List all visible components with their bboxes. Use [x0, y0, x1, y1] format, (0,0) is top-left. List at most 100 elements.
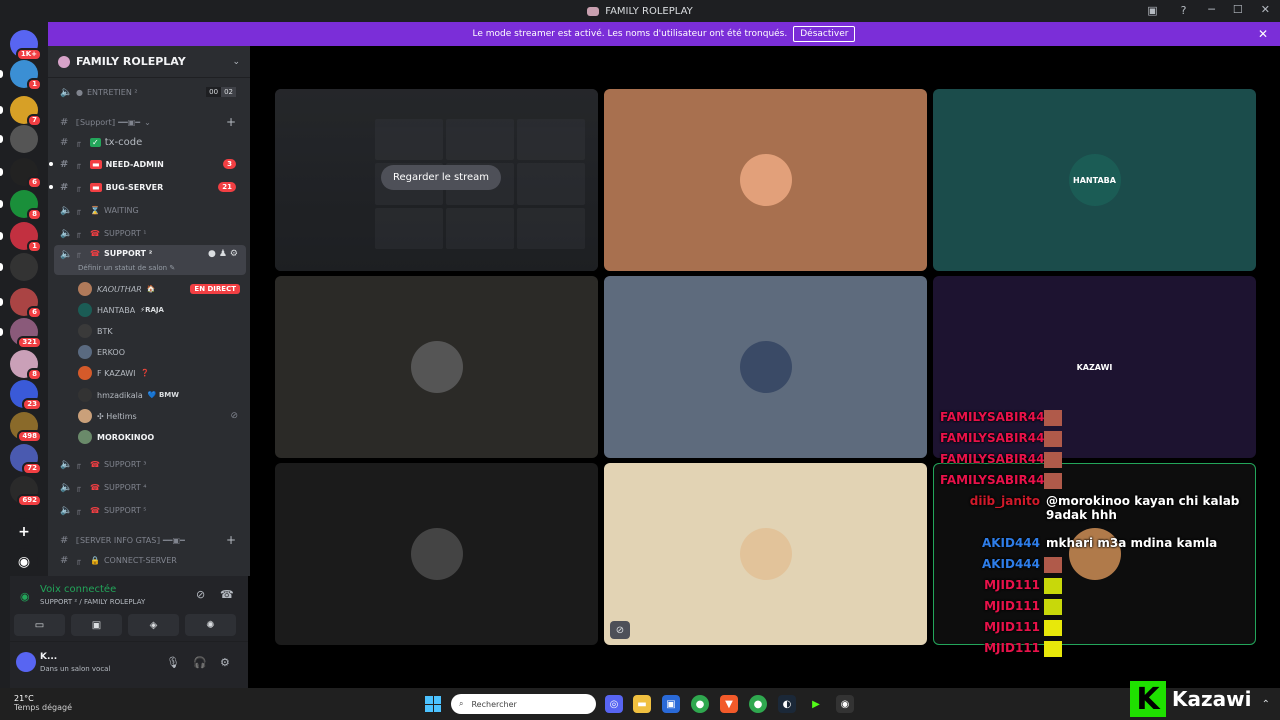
chat-icon[interactable]: ● [208, 249, 216, 259]
avatar[interactable] [16, 652, 36, 672]
maximize-button[interactable]: ☐ [1233, 3, 1243, 16]
voice-user[interactable]: F KAZAWI ❓ [78, 363, 246, 383]
kaouthar-tile[interactable] [604, 89, 927, 271]
username[interactable]: K... [40, 652, 57, 662]
server-icon[interactable]: 72 [10, 444, 42, 475]
voice-user[interactable]: HANTABA ⚡RAJA [78, 300, 246, 320]
stream-tile[interactable]: Regarder le stream [275, 89, 598, 271]
inbox-icon[interactable]: ▣ [1146, 4, 1159, 17]
erkoo-tile[interactable] [604, 276, 927, 458]
gear-icon[interactable]: ⚙ [230, 249, 238, 259]
server-icon[interactable]: 1 [0, 60, 42, 91]
signal-icon[interactable]: ◉ [20, 590, 30, 603]
disconnect-icon[interactable]: ☎ [220, 588, 234, 601]
channel-support-1[interactable]: 🔈 ╓ ☎ SUPPORT ¹ [54, 223, 246, 243]
headphones-icon[interactable]: 🎧 [193, 656, 207, 669]
server-icon[interactable] [0, 253, 38, 281]
taskbar-search[interactable]: ⌕ Rechercher [451, 694, 596, 714]
soundboard-button[interactable]: ✺ [185, 614, 236, 636]
stream-preview-cell [375, 119, 443, 161]
channel-support-4[interactable]: 🔈 ╓ ☎ SUPPORT ⁴ [54, 477, 246, 497]
add-server-icon[interactable]: + [10, 518, 38, 546]
obs-icon[interactable]: ◉ [836, 695, 854, 713]
server-icon[interactable]: 8 [0, 190, 42, 221]
brave-icon[interactable]: ▼ [720, 695, 738, 713]
discover-icon[interactable]: ◉ [10, 548, 38, 576]
server-icon[interactable]: 23 [10, 380, 42, 411]
hmzadikala-tile[interactable] [275, 463, 598, 645]
screen-share-button[interactable]: ▣ [71, 614, 122, 636]
channel-sidebar: FAMILY ROLEPLAY ⌄ 🔈 ● ENTRETIEN ² 00 02 #… [48, 46, 250, 576]
steam-icon[interactable]: ◐ [778, 695, 796, 713]
btk-tile[interactable] [275, 276, 598, 458]
server-icon[interactable]: 692 [10, 476, 42, 507]
channel-entretien[interactable]: 🔈 ● ENTRETIEN ² 00 02 [54, 82, 246, 102]
weather-widget[interactable]: 21°C Temps dégagé [14, 694, 72, 712]
chat-username: FAMILYSABIR44 [940, 410, 1045, 424]
user-tag: 🏠 [146, 285, 156, 293]
chrome-icon[interactable]: ● [749, 695, 767, 713]
kick-icon[interactable]: ▶ [807, 695, 825, 713]
set-channel-status[interactable]: Définir un statut de salon ✎ [78, 264, 175, 272]
microphone-icon[interactable]: 🎙 [166, 656, 180, 669]
voice-location[interactable]: SUPPORT ² / FAMILY ROLEPLAY [40, 598, 145, 606]
search-icon: ⌕ [459, 699, 464, 708]
heltims-tile[interactable]: ⊘ [604, 463, 927, 645]
category-support[interactable]: # ⟦Support⟧ ━━▣━ ⌄ + [54, 112, 246, 132]
channel-txcode[interactable]: # ╓ ✓ tx-code [54, 132, 246, 152]
hantaba-tile[interactable]: HANTABA [933, 89, 1256, 271]
discord-taskbar-icon[interactable]: ◎ [605, 695, 623, 713]
chat-text: mkhari m3a mdina kamla [1046, 536, 1218, 550]
voice-user[interactable]: hmzadikala 💙 BMW [78, 385, 246, 405]
camera-button[interactable]: ▭ [14, 614, 65, 636]
activities-button[interactable]: ◈ [128, 614, 179, 636]
invite-icon[interactable]: ♟ [219, 249, 227, 259]
noise-suppression-icon[interactable]: ⊘ [196, 588, 205, 601]
channel-connect-server[interactable]: # ╓ 🔒 CONNECT-SERVER [54, 550, 246, 570]
server-icon[interactable]: 498 [10, 412, 42, 443]
channel-waiting[interactable]: 🔈 ╓ ⌛ WAITING [54, 200, 246, 220]
help-icon[interactable]: ? [1177, 4, 1190, 17]
chat-message: MJID111 [940, 599, 1280, 615]
channel-support-2[interactable]: 🔈 ╓ ☎ SUPPORT ² Définir un statut de sal… [54, 245, 246, 275]
channel-need-admin[interactable]: # ╓ ▬ NEED-ADMIN 3 [49, 154, 246, 174]
watch-stream-button[interactable]: Regarder le stream [381, 165, 502, 190]
close-banner-icon[interactable]: ✕ [1258, 27, 1268, 41]
server-icon[interactable]: 1 [0, 222, 42, 253]
avatar [739, 154, 792, 206]
server-icon[interactable]: 8 [10, 350, 42, 381]
voice-user[interactable]: ✣ Heltims ⊘ [78, 406, 246, 426]
server-icon[interactable]: 1K+ [10, 30, 42, 61]
guild-header[interactable]: FAMILY ROLEPLAY ⌄ [48, 46, 250, 78]
voice-user[interactable]: MOROKINOO [78, 427, 246, 447]
category-server-info[interactable]: # ⟦SERVER INFO GTAS⟧ ━━▣━ + [54, 530, 246, 550]
channel-bug-server[interactable]: # ╓ ▬ BUG-SERVER 21 [49, 177, 246, 197]
voice-user[interactable]: BTK [78, 321, 246, 341]
server-icon[interactable] [0, 125, 38, 153]
disable-streamer-button[interactable]: Désactiver [793, 26, 856, 42]
app-icon[interactable]: ▣ [662, 695, 680, 713]
minimize-button[interactable]: ─ [1208, 3, 1215, 16]
server-icon[interactable]: 321 [0, 318, 42, 349]
voice-status[interactable]: Voix connectée [40, 584, 116, 595]
start-button[interactable] [425, 696, 441, 712]
server-icon[interactable]: 6 [0, 288, 42, 319]
chrome-icon[interactable]: ● [691, 695, 709, 713]
weather-description: Temps dégagé [14, 703, 73, 712]
close-window-button[interactable]: ✕ [1261, 3, 1270, 16]
user-settings-icon[interactable]: ⚙ [220, 656, 230, 669]
add-channel-icon[interactable]: + [226, 533, 236, 547]
channel-label: SUPPORT ¹ [103, 228, 147, 238]
stream-preview-cell [446, 119, 514, 161]
add-channel-icon[interactable]: + [226, 115, 236, 129]
server-icon[interactable]: 7 [0, 96, 42, 127]
file-explorer-icon[interactable]: ▬ [633, 695, 651, 713]
tree-icon: ╓ [76, 159, 81, 169]
channel-support-5[interactable]: 🔈 ╓ ☎ SUPPORT ⁵ [54, 500, 246, 520]
channel-support-3[interactable]: 🔈 ╓ ☎ SUPPORT ³ [54, 454, 246, 474]
voice-user[interactable]: ERKOO [78, 342, 246, 362]
avatar [78, 303, 92, 317]
server-icon[interactable]: 6 [0, 158, 42, 189]
voice-user[interactable]: 𝘒𝘈𝘖𝘜𝘛𝘏𝘈𝘙 🏠 EN DIRECT [78, 279, 246, 299]
voice-user-name: ERKOO [97, 347, 126, 357]
